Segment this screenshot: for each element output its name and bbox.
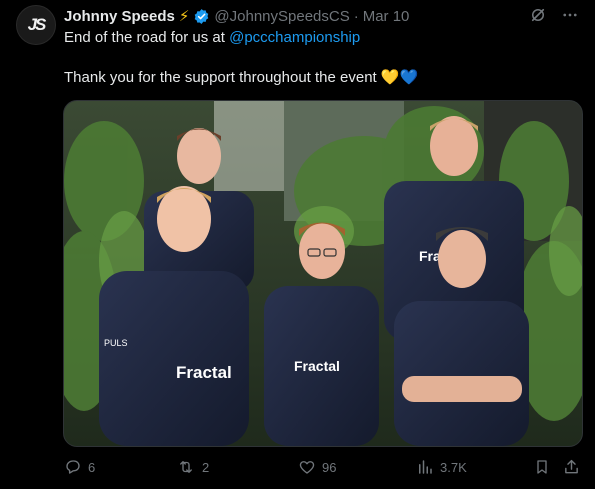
jersey-logo-front-left: Fractal — [176, 363, 232, 382]
like-count: 96 — [322, 459, 337, 475]
avatar-logo: JS — [27, 15, 47, 34]
reply-icon — [64, 458, 82, 476]
analytics-icon — [416, 458, 434, 476]
view-count: 3.7K — [440, 459, 467, 475]
jersey-logo-front-middle: Fractal — [294, 358, 340, 374]
heart-icon — [298, 458, 316, 476]
share-icon — [563, 458, 580, 476]
tweet-line-1: End of the road for us at @pccchampionsh… — [64, 28, 579, 48]
reply-button[interactable]: 6 — [64, 458, 95, 476]
repost-icon — [176, 458, 196, 476]
separator-dot: · — [353, 7, 359, 25]
tweet-line-2-text: Thank you for the support throughout the… — [64, 69, 377, 86]
author-handle[interactable]: @JohnnySpeedsCS — [214, 8, 349, 25]
blue-heart-icon: 💙 — [399, 69, 419, 86]
tweet-text: End of the road for us at @pccchampionsh… — [64, 28, 579, 88]
avatar[interactable]: JS — [16, 5, 56, 45]
sponsor-logo: PULS — [104, 338, 128, 348]
tweet-header: Johnny Speeds ⚡ @JohnnySpeedsCS · Mar 10 — [64, 6, 579, 26]
repost-button[interactable]: 2 — [176, 458, 209, 476]
lightning-bolt-icon: ⚡ — [178, 8, 190, 25]
tweet-photo[interactable]: Fractal Fractal PULS Fractal — [63, 100, 583, 447]
tweet-line-1-text: End of the road for us at — [64, 29, 230, 46]
more-options-icon[interactable] — [561, 6, 579, 24]
verified-badge-icon[interactable] — [193, 8, 210, 25]
yellow-heart-icon: 💛 — [380, 69, 400, 86]
bookmark-icon — [534, 458, 550, 476]
repost-count: 2 — [202, 459, 210, 475]
tweet-date[interactable]: Mar 10 — [363, 8, 410, 25]
views-button[interactable]: 3.7K — [416, 458, 467, 476]
reply-count: 6 — [88, 459, 96, 475]
team-photo: Fractal Fractal PULS Fractal — [64, 101, 582, 446]
share-button[interactable] — [563, 458, 580, 476]
tweet-action-bar: 6 2 96 3.7K — [64, 458, 580, 478]
bookmark-button[interactable] — [534, 458, 550, 476]
tweet-line-2: Thank you for the support throughout the… — [64, 68, 579, 88]
grok-icon[interactable] — [529, 6, 547, 24]
author-name[interactable]: Johnny Speeds — [64, 8, 175, 25]
mention-link[interactable]: @pccchampionship — [229, 29, 360, 46]
like-button[interactable]: 96 — [298, 458, 336, 476]
